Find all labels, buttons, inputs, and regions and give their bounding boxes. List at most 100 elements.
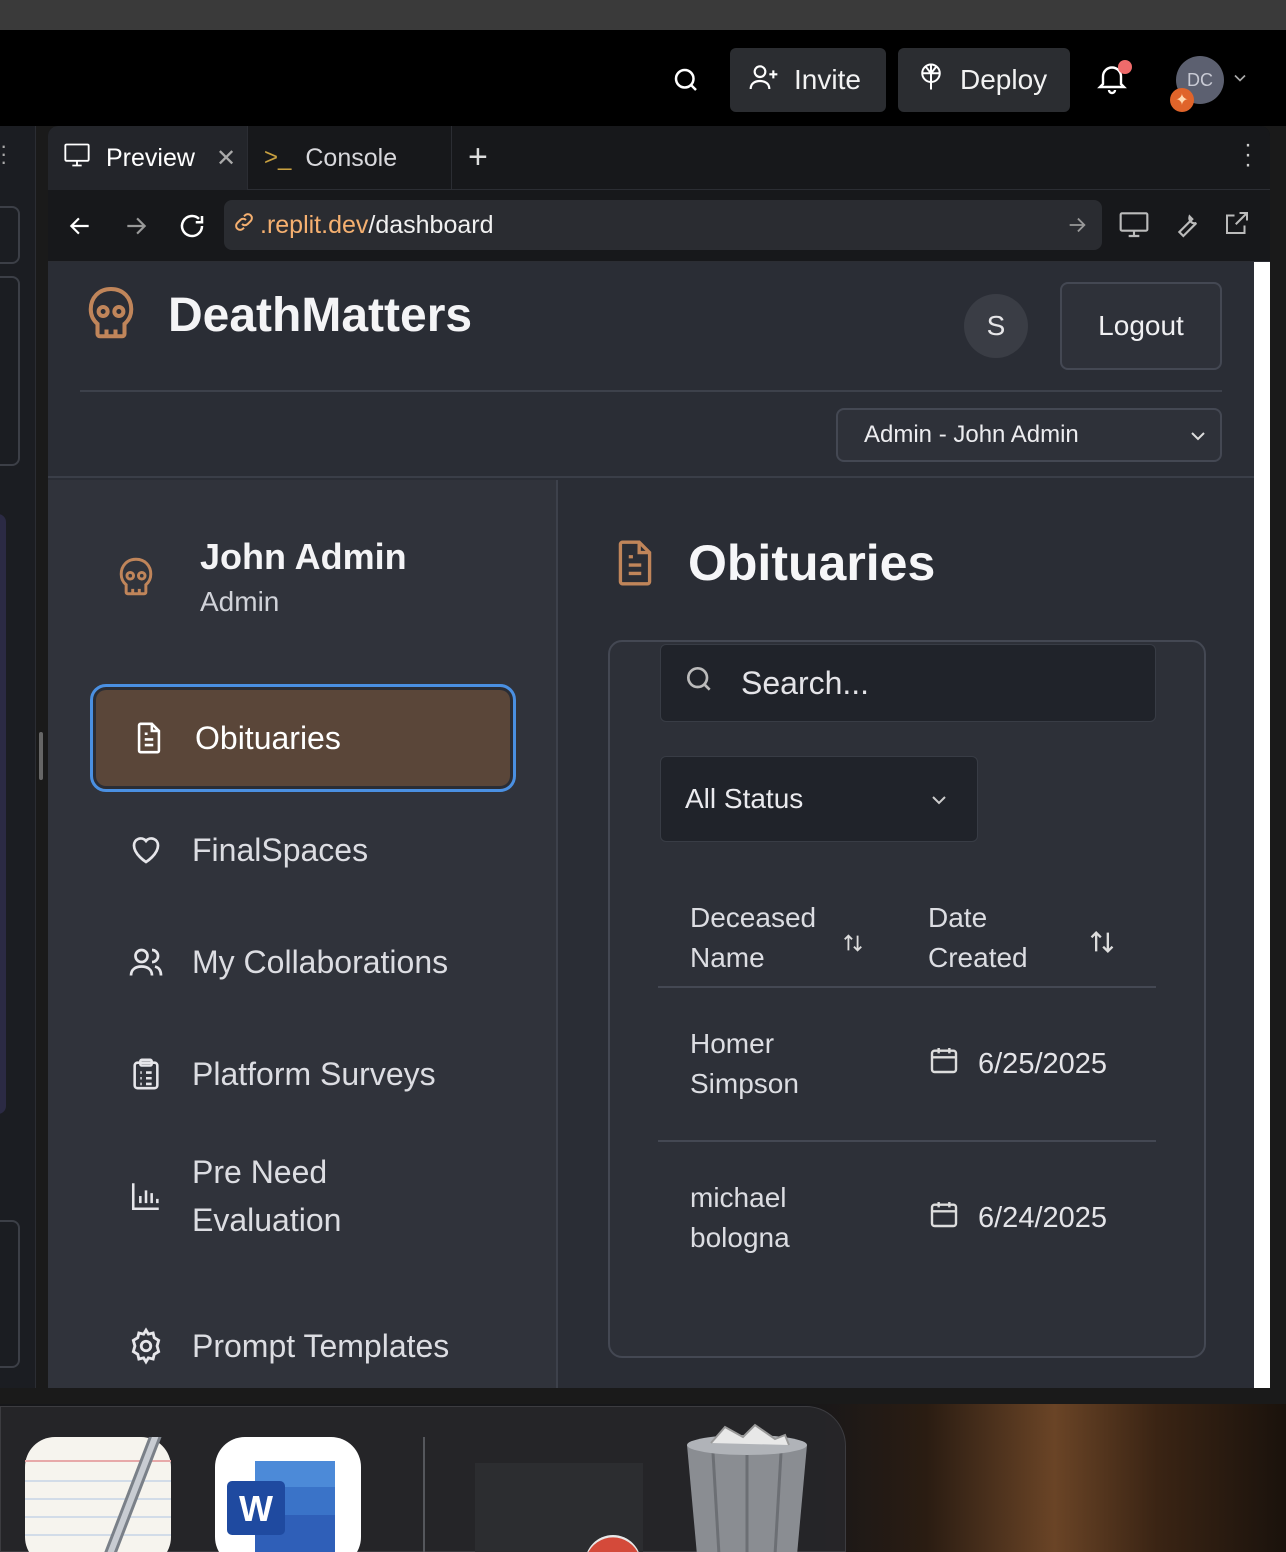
left-pane: · · ·	[0, 126, 36, 1388]
main-content: Obituaries Search... All Status Deceased…	[560, 480, 1254, 1388]
sidebar-item-prompt-templates[interactable]: Prompt Templates	[90, 1292, 516, 1388]
invite-label: Invite	[794, 64, 861, 95]
preview-pane: Preview ✕ >_ Console + · · · .replit.dev/d…	[48, 126, 1270, 1388]
table-cell-name[interactable]: michael bologna	[690, 1178, 830, 1258]
status-filter-value: All Status	[685, 783, 804, 814]
notification-dot	[1118, 60, 1132, 74]
brand-name[interactable]: DeathMatters	[168, 288, 472, 343]
link-icon	[232, 210, 256, 241]
forward-arrow-icon[interactable]	[118, 208, 154, 244]
dock: W	[0, 1406, 846, 1552]
chevron-down-icon	[1186, 424, 1210, 455]
clipboard-icon	[126, 1055, 166, 1093]
left-pane-highlight	[0, 514, 6, 1114]
device-preview-icon[interactable]	[1118, 208, 1150, 245]
logout-button[interactable]: Logout	[1060, 282, 1222, 370]
bar-chart-icon	[126, 1178, 166, 1214]
sidebar-item-pre-need-evaluation[interactable]: Pre Need Evaluation	[90, 1132, 516, 1260]
column-header-deceased-name[interactable]: Deceased Name	[690, 898, 830, 978]
left-pane-input[interactable]	[0, 206, 20, 264]
sidebar-item-obituaries[interactable]: Obituaries	[90, 684, 516, 792]
url-path: /dashboard	[368, 210, 494, 239]
table-cell-name[interactable]: Homer Simpson	[690, 1024, 830, 1104]
chevron-down-icon	[927, 787, 951, 819]
wrench-icon[interactable]	[1170, 208, 1202, 245]
sort-icon[interactable]	[842, 932, 864, 959]
macos-dock-area: W	[0, 1404, 1286, 1552]
tab-label: Console	[305, 143, 398, 172]
external-link-icon[interactable]	[1222, 208, 1252, 243]
sidebar: John Admin Admin Obituaries FinalSpaces …	[48, 480, 558, 1388]
sidebar-item-label: My Collaborations	[192, 944, 449, 980]
trash-icon[interactable]	[683, 1423, 811, 1552]
users-icon	[126, 944, 166, 980]
sidebar-item-my-collaborations[interactable]: My Collaborations	[90, 908, 516, 1016]
role-selected-value: Admin - John Admin	[864, 421, 1079, 448]
search-input[interactable]: Search...	[660, 644, 1156, 722]
status-filter-select[interactable]: All Status	[660, 756, 978, 842]
search-icon	[683, 663, 715, 703]
calendar-icon	[928, 1044, 960, 1084]
textedit-app-icon[interactable]	[25, 1421, 171, 1552]
kebab-icon[interactable]: · · ·	[1244, 133, 1252, 177]
bell-icon[interactable]	[1094, 60, 1134, 100]
role-switcher-select[interactable]: Admin - John Admin	[836, 408, 1222, 462]
url-domain: .replit.dev	[260, 210, 369, 239]
terminal-icon: >_	[264, 144, 292, 171]
deploy-label: Deploy	[960, 64, 1048, 95]
sidebar-user-name: John Admin	[200, 536, 407, 577]
tab-label: Preview	[106, 143, 195, 172]
workspace-topbar: Invite Deploy DC ✦	[0, 30, 1286, 126]
go-arrow-icon[interactable]	[1066, 214, 1088, 243]
sidebar-item-platform-surveys[interactable]: Platform Surveys	[90, 1020, 516, 1128]
kebab-icon[interactable]: · · ·	[0, 135, 7, 173]
invite-button[interactable]: Invite	[730, 48, 886, 112]
column-header-date-created[interactable]: Date Created	[928, 898, 1048, 978]
sidebar-item-finalspaces[interactable]: FinalSpaces	[90, 796, 516, 904]
date-value: 6/24/2025	[978, 1201, 1108, 1234]
calendar-icon	[928, 1198, 960, 1238]
app-viewport: DeathMatters S Logout Admin - John Admin…	[48, 262, 1254, 1388]
dock-separator	[423, 1437, 425, 1552]
gear-icon	[126, 1327, 166, 1365]
deploy-button[interactable]: Deploy	[898, 48, 1070, 112]
sidebar-item-label: FinalSpaces	[192, 832, 369, 868]
minimized-window-thumbnail[interactable]	[475, 1463, 643, 1552]
svg-text:W: W	[239, 1488, 273, 1529]
skull-icon	[116, 556, 156, 607]
pane-resize-handle[interactable]	[39, 732, 43, 780]
chevron-down-icon[interactable]	[1230, 68, 1250, 93]
deploy-icon	[916, 61, 946, 100]
user-plus-icon	[748, 61, 780, 100]
desktop-background-strip	[0, 0, 1286, 30]
reload-icon[interactable]	[174, 208, 210, 244]
heart-icon	[126, 832, 166, 868]
left-pane-card	[0, 1220, 20, 1368]
scrollbar[interactable]	[1254, 262, 1270, 1388]
left-pane-panel	[0, 276, 20, 466]
search-icon[interactable]	[666, 60, 706, 100]
back-arrow-icon[interactable]	[62, 208, 98, 244]
tab-bar: Preview ✕ >_ Console + · · ·	[48, 126, 1270, 190]
document-icon	[129, 719, 169, 757]
profile-avatar[interactable]: S	[964, 294, 1028, 358]
plus-icon[interactable]: +	[468, 138, 488, 177]
tab-preview[interactable]: Preview ✕	[48, 126, 248, 190]
date-value: 6/25/2025	[978, 1047, 1108, 1080]
close-icon[interactable]: ✕	[216, 144, 236, 173]
url-bar[interactable]: .replit.dev/dashboard	[224, 200, 1102, 250]
search-placeholder: Search...	[741, 664, 870, 701]
tab-console[interactable]: >_ Console	[250, 126, 452, 190]
document-icon	[610, 534, 660, 597]
sidebar-user-role: Admin	[200, 586, 280, 617]
sidebar-item-label: Obituaries	[195, 720, 341, 756]
app-header: DeathMatters S Logout Admin - John Admin	[48, 262, 1254, 478]
sparkle-badge-icon: ✦	[1170, 88, 1194, 112]
header-divider	[80, 390, 1222, 392]
obituaries-card: Search... All Status Deceased Name Date …	[608, 640, 1206, 1358]
word-app-icon[interactable]: W	[215, 1437, 361, 1552]
skull-icon	[84, 284, 138, 353]
sidebar-item-label: Platform Surveys	[192, 1056, 436, 1092]
sort-icon[interactable]	[1088, 928, 1116, 961]
table-cell-date: 6/24/2025	[928, 1198, 1107, 1238]
